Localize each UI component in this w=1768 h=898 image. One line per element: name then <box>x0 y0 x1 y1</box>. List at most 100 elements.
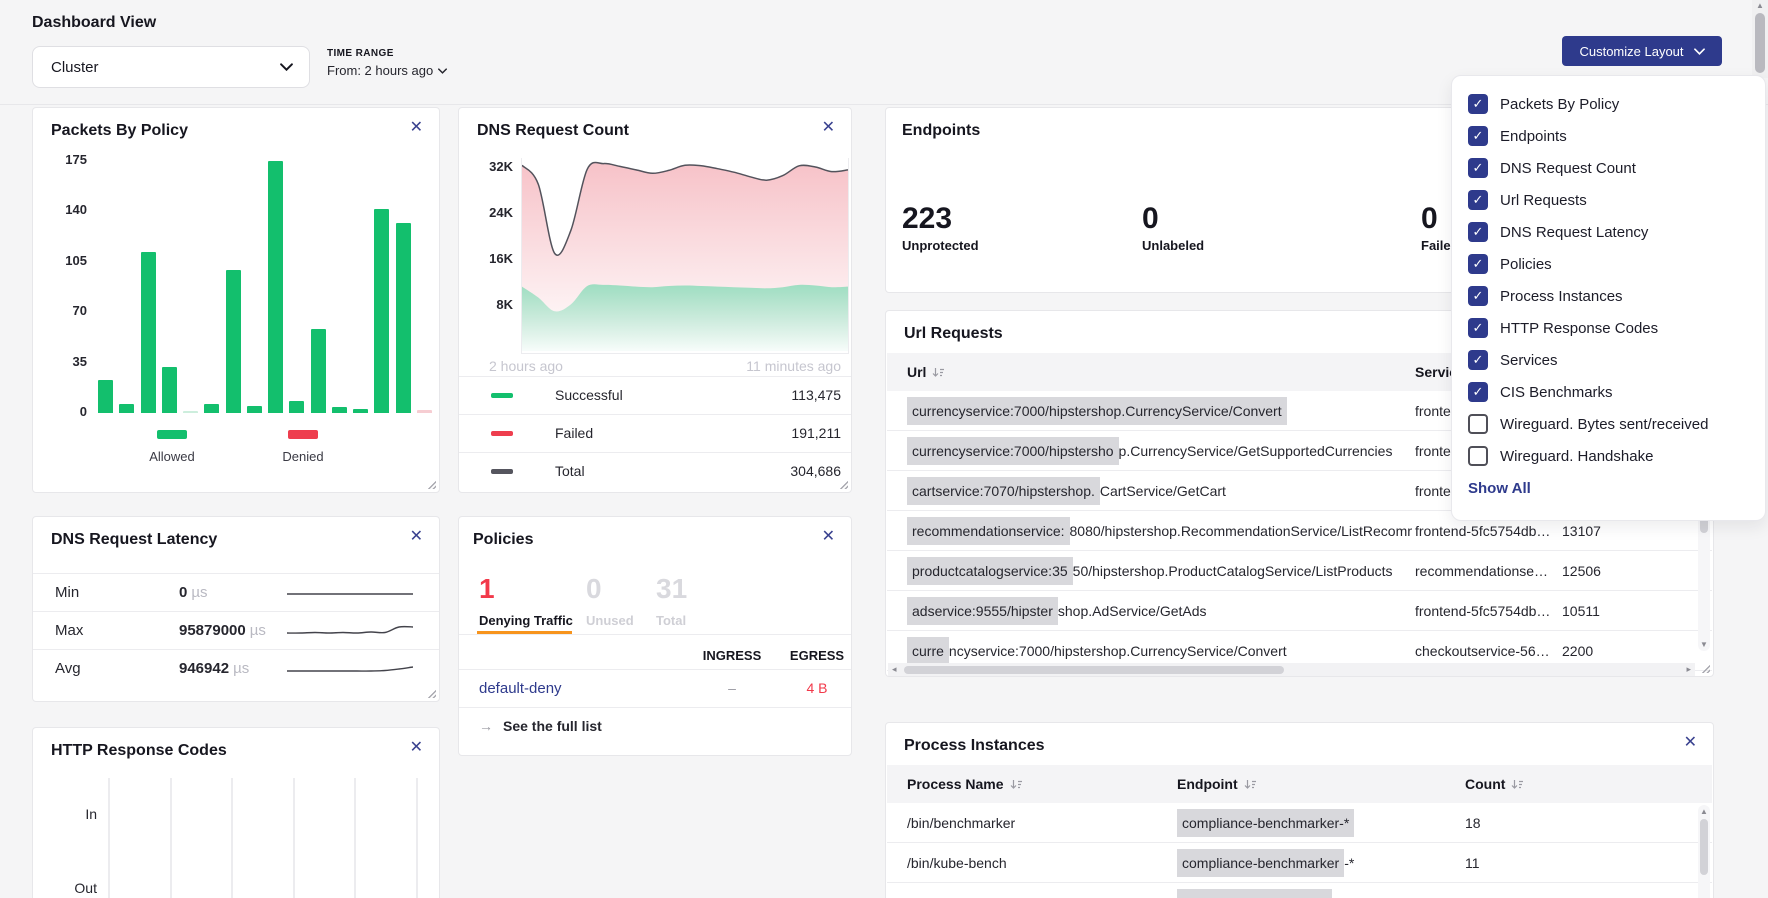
y-axis-label: 8K <box>467 297 513 312</box>
customize-layout-button[interactable]: Customize Layout <box>1562 36 1722 66</box>
row-label-out: Out <box>57 880 97 896</box>
checkbox-unchecked-icon[interactable] <box>1468 446 1488 466</box>
menu-item-wireguard-bytes-sent-received[interactable]: Wireguard. Bytes sent/received <box>1452 408 1765 440</box>
endpoints-stat-unlabeled: 0 Unlabeled <box>1142 204 1204 253</box>
close-icon[interactable]: ✕ <box>410 529 423 545</box>
vertical-scrollbar[interactable]: ▲ <box>1698 805 1710 898</box>
url-cell: currencyservice:7000/hipstershop.Currenc… <box>907 391 1412 430</box>
table-row[interactable]: adservice:9555/hipstershop.AdService/Get… <box>887 591 1712 631</box>
close-icon[interactable]: ✕ <box>822 529 835 545</box>
divider <box>459 669 851 670</box>
show-all-link[interactable]: Show All <box>1468 480 1765 497</box>
scroll-right-arrow-icon[interactable]: ▸ <box>1686 664 1691 675</box>
count-cell: 9 <box>1465 883 1555 898</box>
table-row[interactable]: /bin/benchmarkercompliance-benchmarker-*… <box>887 803 1712 843</box>
menu-item-label: DNS Request Count <box>1500 160 1636 177</box>
scrollbar-thumb[interactable] <box>1755 13 1765 73</box>
checkbox-checked-icon[interactable]: ✓ <box>1468 158 1488 178</box>
x-axis-label-left: 2 hours ago <box>489 358 563 374</box>
time-range-label: TIME RANGE <box>327 48 447 59</box>
sort-icon[interactable] <box>1244 779 1257 790</box>
grid-line <box>231 778 233 898</box>
resize-handle[interactable] <box>1701 664 1710 673</box>
page-scrollbar[interactable]: ▲ <box>1752 0 1768 78</box>
sort-icon[interactable] <box>1511 779 1524 790</box>
tab-denying-traffic[interactable]: Denying Traffic <box>479 613 573 628</box>
tab-unused[interactable]: Unused <box>586 613 634 628</box>
see-full-list-link[interactable]: → See the full list <box>479 718 602 734</box>
close-icon[interactable]: ✕ <box>822 120 835 136</box>
sort-icon[interactable] <box>1010 779 1023 790</box>
dns-request-latency-card: DNS Request Latency ✕ Min 0µs Max 958790… <box>32 516 440 702</box>
sort-icon[interactable] <box>932 367 945 378</box>
column-header-count[interactable]: Count <box>1465 765 1524 803</box>
row-label-in: In <box>57 806 97 822</box>
scroll-down-arrow-icon[interactable]: ▼ <box>1700 640 1708 649</box>
checkbox-checked-icon[interactable]: ✓ <box>1468 190 1488 210</box>
menu-item-label: CIS Benchmarks <box>1500 384 1613 401</box>
resize-handle[interactable] <box>427 480 436 489</box>
checkbox-checked-icon[interactable]: ✓ <box>1468 222 1488 242</box>
checkbox-checked-icon[interactable]: ✓ <box>1468 350 1488 370</box>
tab-denying-traffic-count: 1 <box>479 575 495 603</box>
count-cell: 11 <box>1465 843 1555 882</box>
checkbox-checked-icon[interactable]: ✓ <box>1468 94 1488 114</box>
time-range-value[interactable]: From: 2 hours ago <box>327 63 447 78</box>
menu-item-label: Wireguard. Bytes sent/received <box>1500 416 1708 433</box>
view-selector[interactable]: Cluster <box>32 46 310 88</box>
url-rest: CartService/GetCart <box>1100 483 1226 499</box>
checkbox-unchecked-icon[interactable] <box>1468 414 1488 434</box>
close-icon[interactable]: ✕ <box>1684 735 1697 751</box>
card-title: Packets By Policy <box>51 122 188 140</box>
checkbox-checked-icon[interactable]: ✓ <box>1468 126 1488 146</box>
close-icon[interactable]: ✕ <box>410 120 423 136</box>
menu-item-cis-benchmarks[interactable]: ✓ CIS Benchmarks <box>1452 376 1765 408</box>
scroll-up-arrow-icon[interactable]: ▲ <box>1700 807 1708 816</box>
legend-swatch <box>288 430 318 439</box>
url-highlight: cartservice:7070/hipstershop. <box>907 477 1100 505</box>
latency-unit: µs <box>250 622 266 639</box>
resize-handle[interactable] <box>839 480 848 489</box>
menu-item-wireguard-handshake[interactable]: Wireguard. Handshake <box>1452 440 1765 472</box>
url-highlight: curre <box>907 637 949 665</box>
scrollbar-thumb[interactable] <box>1700 819 1708 875</box>
legend-label: Successful <box>555 387 623 403</box>
stat-value: 223 <box>902 204 979 234</box>
column-header-endpoint[interactable]: Endpoint <box>1177 765 1257 803</box>
table-row[interactable]: /bin/kube-benchcompliance-benchmarker-*1… <box>887 843 1712 883</box>
table-row[interactable]: benchmarkercompliance-benchmarker-*9 <box>887 883 1712 898</box>
menu-item-endpoints[interactable]: ✓Endpoints <box>1452 120 1765 152</box>
menu-item-packets-by-policy[interactable]: ✓Packets By Policy <box>1452 88 1765 120</box>
latency-row-max: Max 95879000µs <box>33 611 439 649</box>
menu-item-http-response-codes[interactable]: ✓HTTP Response Codes <box>1452 312 1765 344</box>
menu-item-process-instances[interactable]: ✓Process Instances <box>1452 280 1765 312</box>
menu-item-url-requests[interactable]: ✓Url Requests <box>1452 184 1765 216</box>
scroll-up-arrow-icon[interactable]: ▲ <box>1756 1 1764 10</box>
arrow-right-icon: → <box>479 718 493 734</box>
checkbox-checked-icon[interactable]: ✓ <box>1468 286 1488 306</box>
scroll-left-arrow-icon[interactable]: ◂ <box>892 664 897 675</box>
policy-link-default-deny[interactable]: default-deny <box>479 680 562 697</box>
bar-allowed <box>396 223 411 413</box>
checkbox-checked-icon[interactable]: ✓ <box>1468 318 1488 338</box>
menu-item-dns-request-latency[interactable]: ✓DNS Request Latency <box>1452 216 1765 248</box>
sparkline-avg <box>287 662 413 676</box>
close-icon[interactable]: ✕ <box>410 740 423 756</box>
table-row[interactable]: productcatalogservice:3550/hipstershop.P… <box>887 551 1712 591</box>
resize-handle[interactable] <box>427 689 436 698</box>
scrollbar-thumb[interactable] <box>904 666 1284 674</box>
bar-allowed <box>289 401 304 413</box>
column-header-process-name[interactable]: Process Name <box>907 765 1023 803</box>
y-axis-label: 24K <box>467 205 513 220</box>
url-highlight: currencyservice:7000/hipstershop.Currenc… <box>907 397 1287 425</box>
menu-item-dns-request-count[interactable]: ✓ DNS Request Count <box>1452 152 1765 184</box>
menu-item-policies[interactable]: ✓Policies <box>1452 248 1765 280</box>
column-header-url[interactable]: Url <box>907 353 945 391</box>
horizontal-scrollbar[interactable]: ◂ ▸ <box>888 663 1695 676</box>
tab-total[interactable]: Total <box>656 613 686 628</box>
checkbox-checked-icon[interactable]: ✓ <box>1468 254 1488 274</box>
tab-total-count: 31 <box>656 575 687 603</box>
process-name-cell: /bin/benchmarker <box>907 803 1162 842</box>
menu-item-services[interactable]: ✓Services <box>1452 344 1765 376</box>
checkbox-checked-icon[interactable]: ✓ <box>1468 382 1488 402</box>
